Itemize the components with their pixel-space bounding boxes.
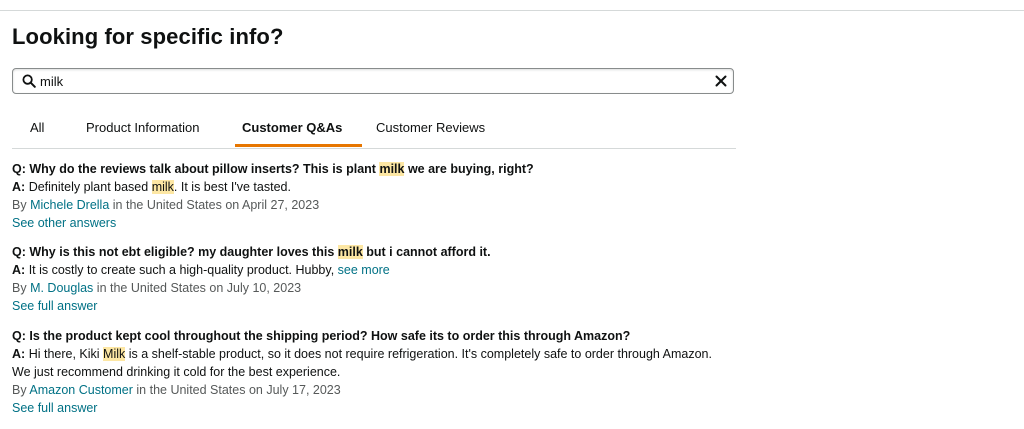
answer-byline: By M. Douglas in the United States on Ju…: [12, 281, 302, 295]
close-icon[interactable]: [713, 73, 729, 89]
tab-bar: All Product Information Customer Q&As Cu…: [12, 112, 736, 149]
answer-text: A: Hi there, Kiki Milk is a shelf-stable…: [12, 347, 712, 379]
author-link[interactable]: Michele Drella: [30, 198, 109, 212]
tab-customer-reviews[interactable]: Customer Reviews: [376, 120, 485, 135]
search-highlight: milk: [151, 180, 174, 194]
page-title: Looking for specific info?: [12, 24, 284, 49]
author-link[interactable]: Amazon Customer: [29, 383, 133, 397]
top-divider: [0, 10, 1024, 11]
answer-text: A: It is costly to create such a high-qu…: [12, 263, 390, 277]
see-more-link[interactable]: see more: [338, 263, 390, 277]
qa-item: Q: Is the product kept cool throughout t…: [12, 327, 712, 417]
tab-product-information[interactable]: Product Information: [86, 120, 199, 135]
answer-byline: By Amazon Customer in the United States …: [12, 383, 341, 397]
tab-customer-qas[interactable]: Customer Q&As: [242, 120, 342, 135]
tab-all[interactable]: All: [30, 120, 44, 135]
search-highlight: milk: [337, 245, 363, 259]
search-input[interactable]: [40, 71, 700, 91]
active-tab-indicator: [235, 144, 362, 147]
question-text: Q: Is the product kept cool throughout t…: [12, 329, 631, 343]
search-highlight: milk: [379, 162, 405, 176]
answer-text: A: Definitely plant based milk. It is be…: [12, 180, 291, 194]
qa-item: Q: Why is this not ebt eligible? my daug…: [12, 243, 491, 315]
author-link[interactable]: M. Douglas: [30, 281, 93, 295]
answer-byline: By Michele Drella in the United States o…: [12, 198, 320, 212]
search-icon: [22, 74, 36, 88]
see-full-answer-link[interactable]: See full answer: [12, 401, 97, 415]
see-other-answers-link[interactable]: See other answers: [12, 216, 116, 230]
search-box[interactable]: [12, 68, 734, 94]
question-text: Q: Why is this not ebt eligible? my daug…: [12, 245, 491, 259]
question-text: Q: Why do the reviews talk about pillow …: [12, 162, 534, 176]
search-highlight: Milk: [103, 347, 126, 361]
see-full-answer-link[interactable]: See full answer: [12, 299, 97, 313]
qa-item: Q: Why do the reviews talk about pillow …: [12, 160, 534, 232]
